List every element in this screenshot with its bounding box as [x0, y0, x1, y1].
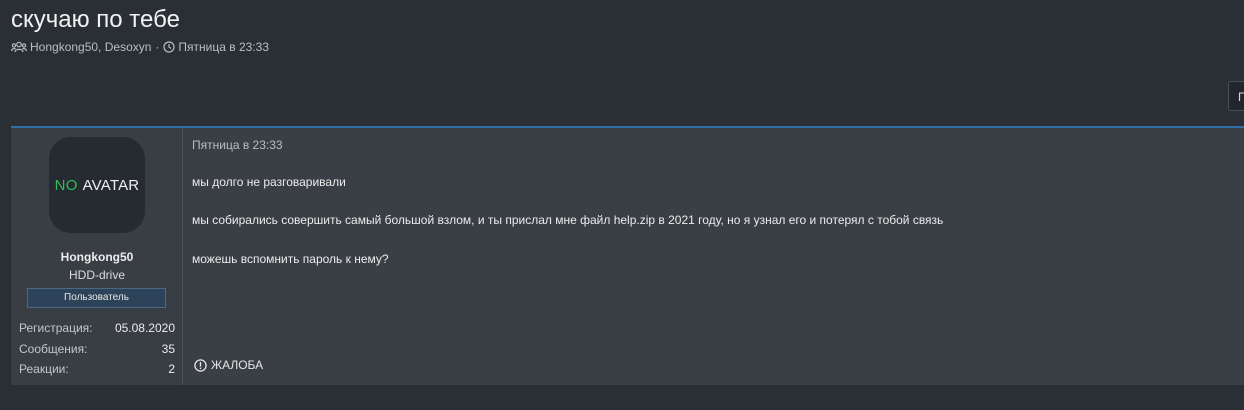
avatar-avatar-text: AVATAR: [82, 176, 140, 194]
message-line: мы долго не разговаривали: [192, 175, 346, 189]
stat-value: 35: [161, 341, 175, 356]
post-user-cell: NO AVATAR Hongkong50 HDD-drive Пользоват…: [11, 128, 183, 385]
post-date[interactable]: Пятница в 23:33: [192, 138, 283, 152]
stat-value: 2: [168, 362, 175, 376]
message-line: можешь вспомнить пароль к нему?: [192, 252, 389, 266]
thread-meta: Hongkong50, Desoxyn · Пятница в 23:33: [11, 39, 269, 55]
post: NO AVATAR Hongkong50 HDD-drive Пользоват…: [11, 126, 1244, 385]
post-message-cell: Пятница в 23:33 мы долго не разговаривал…: [183, 128, 1244, 385]
post-user-title: HDD-drive: [68, 268, 125, 282]
avatar-no-text: NO: [54, 176, 78, 194]
corner-button[interactable]: П: [1228, 81, 1244, 111]
user-role-badge: Пользователь: [27, 288, 166, 308]
stat-label: Сообщения:: [19, 341, 88, 356]
stat-row-reactions: Реакции: 2: [19, 361, 175, 382]
avatar[interactable]: NO AVATAR: [49, 137, 145, 233]
users-icon: [11, 41, 27, 53]
stat-row-messages: Сообщения: 35: [19, 341, 175, 362]
message-line: мы собирались совершить самый большой вз…: [192, 213, 944, 227]
report-label: ЖАЛОБА: [211, 358, 264, 372]
stat-label: Реакции:: [19, 362, 69, 376]
alert-circle-icon: [194, 358, 207, 372]
thread-date[interactable]: Пятница в 23:33: [178, 40, 269, 54]
clock-icon: [163, 41, 176, 53]
page-title: скучаю по тебе: [11, 6, 180, 33]
stat-value: 05.08.2020: [114, 321, 175, 335]
meta-separator: ·: [155, 40, 160, 54]
report-button[interactable]: ЖАЛОБА: [194, 358, 263, 372]
stat-label: Регистрация:: [19, 321, 93, 335]
user-stats: Регистрация: 05.08.2020 Сообщения: 35 Ре…: [19, 320, 175, 382]
stat-row-registration: Регистрация: 05.08.2020: [19, 320, 175, 341]
post-username[interactable]: Hongkong50: [11, 250, 183, 264]
thread-participants[interactable]: Hongkong50, Desoxyn: [30, 40, 151, 54]
